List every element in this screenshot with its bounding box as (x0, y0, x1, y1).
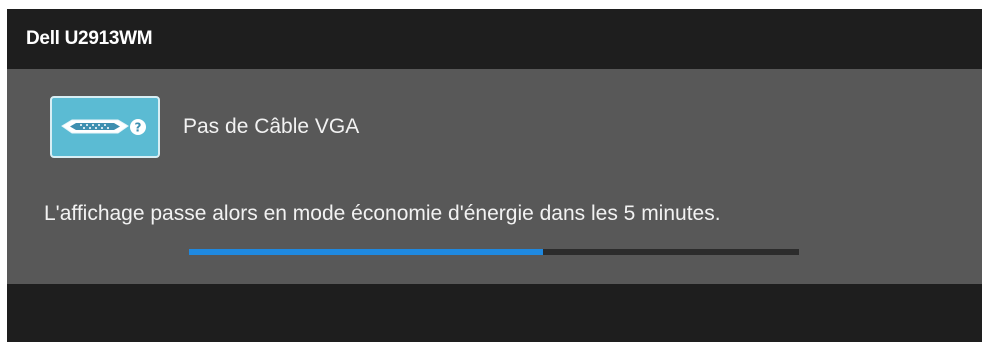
countdown-progress-fill (189, 249, 543, 255)
vga-cable-icon: ? (50, 96, 160, 158)
status-message: Pas de Câble VGA (183, 115, 360, 138)
osd-message-panel: ? Pas de Câble VGA L'affichage passe alo… (7, 69, 982, 284)
svg-text:?: ? (135, 121, 142, 135)
power-save-notice: L'affichage passe alors en mode économie… (44, 202, 721, 225)
countdown-progress-bar (189, 249, 799, 255)
osd-header: Dell U2913WM (7, 9, 982, 67)
monitor-model-title: Dell U2913WM (26, 28, 153, 49)
osd-footer (7, 284, 982, 342)
question-mark-icon: ? (130, 119, 146, 135)
osd-dialog: Dell U2913WM ? Pas de Câble VGA L'affich… (7, 9, 982, 342)
